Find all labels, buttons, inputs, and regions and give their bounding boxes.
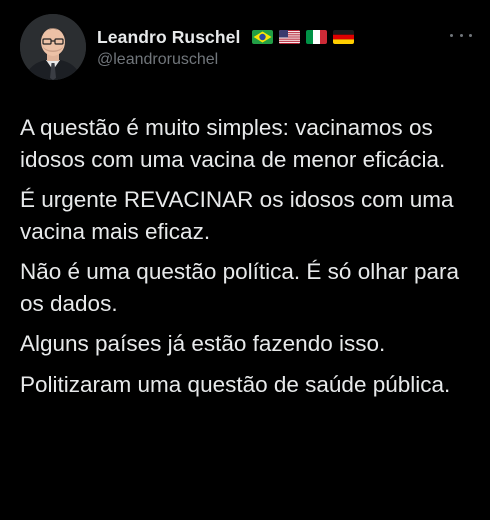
- usa-flag-icon: [279, 30, 301, 44]
- tweet-paragraph: Politizaram uma questão de saúde pública…: [20, 371, 451, 397]
- tweet-header: Leandro Ruschel @leandroruschel: [20, 14, 472, 84]
- flag-emojis: [246, 30, 355, 44]
- author-names: Leandro Ruschel @leandroruschel: [97, 25, 355, 69]
- tweet-text: A questão é muito simples: vacinamos os …: [20, 112, 480, 409]
- italy-flag-icon: [306, 30, 328, 44]
- avatar[interactable]: [20, 14, 86, 80]
- tweet-paragraph: A questão é muito simples: vacinamos os …: [20, 115, 446, 172]
- display-name-row: Leandro Ruschel: [97, 25, 355, 49]
- tweet-paragraph: É urgente REVACINAR os idosos com uma va…: [20, 187, 454, 244]
- germany-flag-icon: [333, 30, 355, 44]
- more-options-icon[interactable]: [450, 30, 472, 40]
- tweet-paragraph: Não é uma questão política. É só olhar p…: [20, 259, 460, 316]
- tweet: Leandro Ruschel @leandroruschel A questã…: [0, 0, 490, 520]
- brazil-flag-icon: [252, 30, 274, 44]
- handle[interactable]: @leandroruschel: [97, 51, 354, 69]
- display-name[interactable]: Leandro Ruschel: [97, 27, 240, 48]
- tweet-paragraph: Alguns países já estão fazendo isso.: [20, 331, 386, 356]
- avatar-image: [20, 14, 86, 80]
